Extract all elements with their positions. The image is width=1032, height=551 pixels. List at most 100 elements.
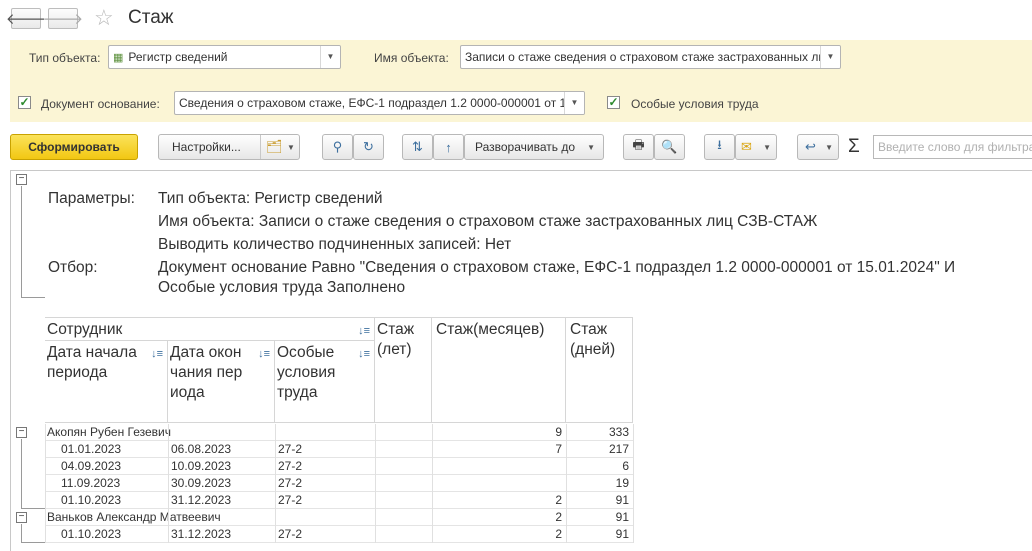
chevron-down-icon: ▼ — [587, 142, 595, 152]
expand-to-button[interactable]: Разворачивать до ▼ — [464, 134, 604, 160]
register-icon: ▦ — [113, 52, 124, 64]
param-object-name: Имя объекта: Записи о стаже сведения о с… — [158, 213, 818, 230]
print-button[interactable]: 🖶 — [623, 134, 654, 160]
report-spreadsheet[interactable]: − Параметры: Тип объекта: Регистр сведен… — [10, 170, 1032, 551]
send-button[interactable]: ✉ ▼ — [735, 134, 777, 160]
row-conditions[interactable]: 27-2 — [278, 458, 302, 475]
base-doc-select[interactable]: Сведения о страховом стаже, ЕФС-1 подраз… — [174, 91, 585, 115]
row-start-date[interactable]: 11.09.2023 — [61, 475, 120, 492]
column-divider — [275, 424, 276, 543]
row-days: 91 — [615, 527, 629, 541]
column-divider — [566, 424, 567, 543]
row-conditions[interactable]: 27-2 — [278, 492, 302, 509]
object-type-value: Регистр сведений — [128, 50, 228, 64]
outline-line — [21, 524, 22, 543]
search-icon: ⚲ — [332, 139, 343, 154]
download-icon: ⭳ — [717, 137, 722, 152]
col-end-label: Дата окончания периода — [170, 344, 243, 401]
group-employee-name[interactable]: Акопян Рубен Гезевич — [47, 424, 171, 441]
object-name-select[interactable]: Записи о стаже сведения о страховом стаж… — [460, 45, 841, 69]
row-end-date[interactable]: 30.09.2023 — [171, 475, 231, 492]
chevron-down-icon[interactable]: ▼ — [820, 46, 840, 68]
group-days: 333 — [608, 425, 629, 439]
row-start-date[interactable]: 04.09.2023 — [61, 458, 121, 475]
group-employee-name[interactable]: Ваньков Александр Матвеевич — [47, 509, 221, 526]
variants-icon[interactable]: 🗂 — [266, 139, 283, 155]
goto-button[interactable]: ↩ ▼ — [797, 134, 839, 160]
col-months-header[interactable]: Стаж(месяцев) — [432, 317, 566, 423]
preview-button[interactable]: 🔍 — [654, 134, 685, 160]
printer-icon: 🖶 — [632, 137, 645, 152]
save-button[interactable]: ⭳ — [704, 134, 735, 160]
row-start-date[interactable]: 01.10.2023 — [61, 492, 121, 509]
sort-icon[interactable]: ↓≡ — [358, 321, 370, 341]
row-start-date[interactable]: 01.10.2023 — [61, 526, 121, 543]
forward-button[interactable]: 🡒 — [43, 8, 83, 29]
base-doc-checkbox[interactable]: ✓ — [18, 96, 31, 109]
collapse-params-icon[interactable]: − — [16, 174, 27, 185]
base-doc-value: Сведения о страховом стаже, ЕФС-1 подраз… — [179, 96, 585, 110]
row-end-date[interactable]: 06.08.2023 — [171, 441, 231, 458]
search-next-button[interactable]: ↻ — [353, 134, 384, 160]
search-button[interactable]: ⚲ — [322, 134, 353, 160]
col-employee-header[interactable]: Сотрудник ↓≡ — [45, 317, 375, 341]
sort-icon[interactable]: ↓≡ — [151, 344, 163, 364]
col-months-label: Стаж(месяцев) — [436, 321, 545, 338]
outline-line — [21, 508, 45, 509]
row-months: 2 — [555, 527, 562, 541]
row-conditions[interactable]: 27-2 — [278, 526, 302, 543]
group-days: 91 — [615, 510, 629, 524]
collapse-button[interactable]: ⇅ — [402, 134, 433, 160]
chevron-down-icon[interactable]: ▼ — [320, 46, 340, 68]
arrow-right-icon: 🡒 — [42, 11, 84, 28]
envelope-icon: ✉ — [741, 139, 752, 154]
col-start-header[interactable]: Дата начала периода ↓≡ — [45, 341, 168, 423]
row-conditions[interactable]: 27-2 — [278, 475, 302, 492]
col-cond-header[interactable]: Особые условия труда ↓≡ — [275, 341, 375, 423]
col-end-header[interactable]: Дата окончания периода ↓≡ — [168, 341, 275, 423]
collapse-group-icon[interactable]: − — [16, 427, 27, 438]
row-days: 91 — [615, 493, 629, 507]
page-title: Стаж — [128, 7, 174, 28]
base-doc-label: Документ основание: — [41, 97, 160, 111]
collapse-group-icon[interactable]: − — [16, 512, 27, 523]
search-input[interactable]: Введите слово для фильтра — [873, 135, 1032, 159]
col-years-label: Стаж (лет) — [377, 321, 415, 358]
star-icon[interactable]: ☆ — [94, 5, 114, 31]
generate-button[interactable]: Сформировать — [10, 134, 138, 160]
row-end-date[interactable]: 10.09.2023 — [171, 458, 231, 475]
column-divider — [375, 424, 376, 543]
col-employee-label: Сотрудник — [47, 321, 123, 338]
column-divider — [633, 424, 634, 543]
sum-icon[interactable]: Σ — [848, 136, 860, 158]
row-end-date[interactable]: 31.12.2023 — [171, 526, 231, 543]
column-divider — [432, 424, 433, 543]
row-start-date[interactable]: 01.01.2023 — [61, 441, 121, 458]
object-type-select[interactable]: ▦ Регистр сведений ▼ — [108, 45, 341, 69]
column-divider — [168, 424, 169, 543]
row-days: 6 — [622, 459, 629, 473]
row-days: 19 — [615, 476, 629, 490]
col-days-header[interactable]: Стаж (дней) — [566, 317, 633, 423]
chevron-down-icon[interactable]: ▼ — [564, 92, 584, 114]
row-months: 2 — [555, 493, 562, 507]
col-years-header[interactable]: Стаж (лет) — [375, 317, 432, 423]
preview-icon: 🔍 — [661, 139, 678, 154]
object-name-label: Имя объекта: — [374, 51, 449, 65]
expand-to-label: Разворачивать до — [475, 140, 576, 154]
column-divider — [45, 424, 46, 543]
special-cond-checkbox[interactable]: ✓ — [607, 96, 620, 109]
sort-icon[interactable]: ↓≡ — [358, 344, 370, 364]
return-arrow-icon: ↩ — [805, 139, 816, 154]
sort-icon[interactable]: ↓≡ — [258, 344, 270, 364]
back-button[interactable]: 🡐 — [6, 8, 46, 29]
settings-label: Настройки... — [172, 140, 241, 154]
chevron-down-icon: ▼ — [825, 142, 833, 152]
row-conditions[interactable]: 27-2 — [278, 441, 302, 458]
arrow-left-icon: 🡐 — [5, 11, 47, 28]
settings-button[interactable]: Настройки... 🗂 ▼ — [158, 134, 300, 160]
row-end-date[interactable]: 31.12.2023 — [171, 492, 231, 509]
expand-icon: ↑ — [445, 139, 452, 155]
expand-button[interactable]: ↑ — [433, 134, 464, 160]
col-cond-label: Особые условия труда — [277, 344, 336, 401]
